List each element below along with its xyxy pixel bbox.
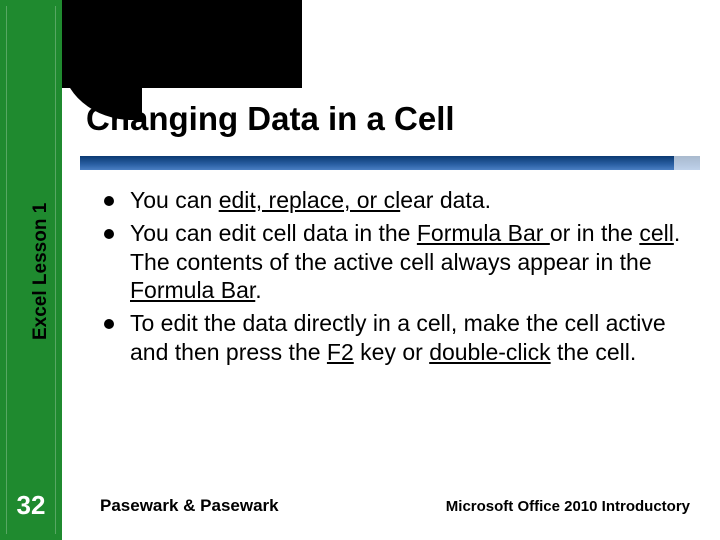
text-run: key or xyxy=(354,339,429,365)
bullet-item: You can edit, replace, or clear data. xyxy=(100,186,690,215)
content-area: You can edit, replace, or clear data. Yo… xyxy=(100,186,690,371)
bullet-item: To edit the data directly in a cell, mak… xyxy=(100,309,690,367)
slide-title: Changing Data in a Cell xyxy=(80,100,700,138)
underlined-text: double-click xyxy=(429,339,550,365)
text-run: or in the xyxy=(550,220,640,246)
bullet-item: You can edit cell data in the Formula Ba… xyxy=(100,219,690,305)
footer: Pasewark & Pasewark Microsoft Office 201… xyxy=(100,496,690,516)
underlined-text: cell xyxy=(639,220,674,246)
title-underline xyxy=(80,156,674,170)
slide: Excel Lesson 1 32 Changing Data in a Cel… xyxy=(0,0,720,540)
page-number: 32 xyxy=(0,490,62,521)
underlined-text: edit, replace, or cl xyxy=(219,187,401,213)
text-run: the cell. xyxy=(551,339,637,365)
text-run: You can edit cell data in the xyxy=(130,220,417,246)
footer-right: Microsoft Office 2010 Introductory xyxy=(446,498,690,515)
bullet-list: You can edit, replace, or clear data. Yo… xyxy=(100,186,690,367)
footer-left: Pasewark & Pasewark xyxy=(100,496,279,516)
title-underline-tail xyxy=(674,156,700,170)
sidebar-label: Excel Lesson 1 xyxy=(30,203,52,340)
text-run: ear data. xyxy=(400,187,491,213)
title-area: Changing Data in a Cell xyxy=(80,100,700,170)
underlined-text: Formula Bar xyxy=(130,277,255,303)
text-run: . xyxy=(255,277,261,303)
text-run: You can xyxy=(130,187,219,213)
underlined-text: F2 xyxy=(327,339,354,365)
underlined-text: Formula Bar xyxy=(417,220,550,246)
